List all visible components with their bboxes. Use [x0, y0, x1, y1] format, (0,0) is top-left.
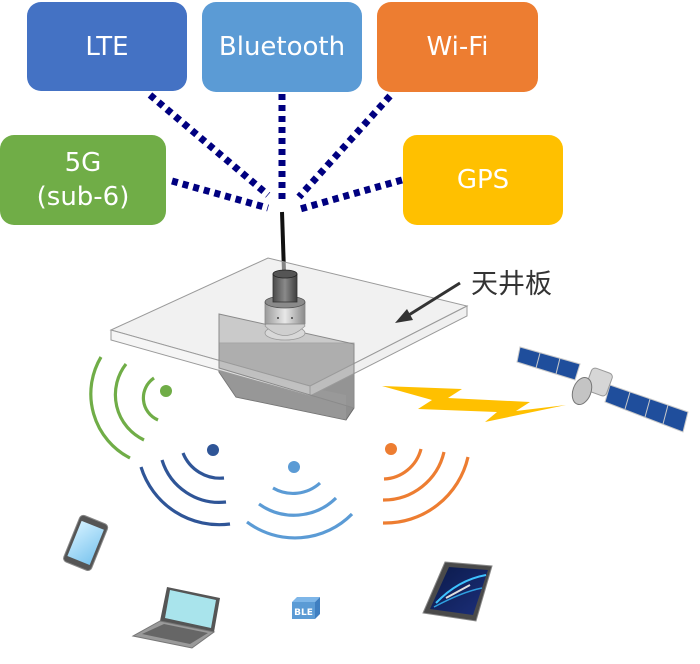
ble-tag-icon: BLE — [292, 597, 320, 619]
gps-lightning-bolt — [382, 386, 566, 422]
ceiling-label: 天井板 — [471, 269, 552, 300]
smartphone-icon — [63, 514, 109, 572]
bluetooth-signal — [246, 461, 354, 540]
illustration: BLE — [63, 211, 689, 649]
lte-signal — [139, 444, 231, 527]
wifi-signal — [382, 443, 470, 525]
ble-tag-label: BLE — [294, 608, 313, 618]
laptop-icon — [131, 587, 220, 649]
5g-signal — [89, 356, 172, 460]
tablet-icon — [422, 561, 493, 622]
satellite-icon — [516, 346, 689, 433]
